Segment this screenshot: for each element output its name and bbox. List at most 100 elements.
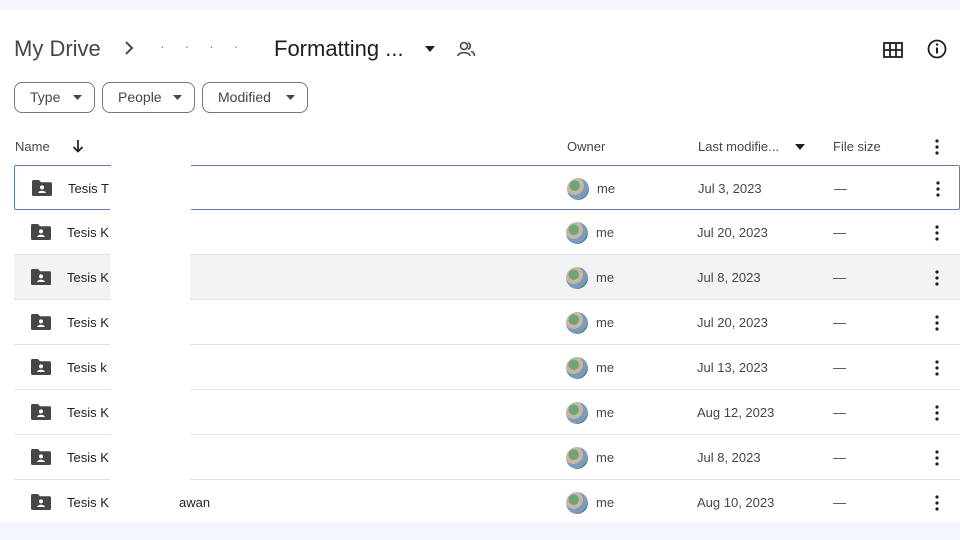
shared-folder-icon bbox=[31, 449, 51, 465]
redaction-patch bbox=[110, 343, 190, 391]
avatar bbox=[566, 267, 588, 289]
shared-folder-icon bbox=[31, 314, 51, 330]
people-filter-chip[interactable]: People bbox=[102, 82, 195, 113]
file-name: Tesis k bbox=[67, 360, 107, 375]
modified-filter-chip[interactable]: Modified bbox=[202, 82, 308, 113]
file-name: Tesis K bbox=[67, 225, 109, 240]
grid-view-icon[interactable] bbox=[882, 40, 904, 60]
more-vert-icon[interactable] bbox=[932, 268, 942, 288]
breadcrumb-middle[interactable]: · · · · bbox=[160, 38, 246, 54]
redaction-patch bbox=[110, 478, 190, 526]
shared-folder-icon bbox=[31, 404, 51, 420]
file-row[interactable]: Tesis k me Jul 13, 2023 — bbox=[14, 343, 960, 391]
more-vert-icon[interactable] bbox=[932, 493, 942, 513]
header: My Drive · · · · Formatting ... bbox=[0, 30, 960, 70]
last-modified: Jul 20, 2023 bbox=[697, 225, 768, 240]
file-row[interactable]: Tesis K me Jul 8, 2023 — bbox=[14, 433, 960, 481]
people-icon[interactable] bbox=[456, 40, 476, 58]
file-row[interactable]: Tesis K me Jul 20, 2023 — bbox=[14, 208, 960, 256]
redaction-patch bbox=[110, 253, 190, 301]
owner: me bbox=[596, 225, 615, 240]
file-name: Tesis K bbox=[67, 405, 109, 420]
last-modified: Jul 20, 2023 bbox=[697, 315, 768, 330]
file-name: Tesis K bbox=[67, 270, 109, 285]
avatar bbox=[566, 492, 588, 514]
file-row[interactable]: Tesis K awan me Aug 10, 2023 — bbox=[14, 478, 960, 526]
redaction-patch bbox=[110, 433, 190, 481]
owner: me bbox=[596, 450, 615, 465]
more-vert-icon[interactable] bbox=[933, 179, 943, 199]
redaction-patch bbox=[110, 298, 190, 346]
owner: me bbox=[596, 405, 615, 420]
owner: me bbox=[596, 270, 615, 285]
avatar bbox=[567, 178, 589, 200]
column-last-modified[interactable]: Last modifie... bbox=[698, 139, 779, 154]
chip-label: People bbox=[118, 89, 162, 105]
more-vert-icon[interactable] bbox=[932, 358, 942, 378]
last-modified: Jul 8, 2023 bbox=[697, 270, 761, 285]
avatar bbox=[566, 402, 588, 424]
more-vert-icon[interactable] bbox=[932, 223, 942, 243]
file-row[interactable]: Tesis K me Jul 8, 2023 — bbox=[14, 253, 960, 301]
file-name-tail: awan bbox=[179, 495, 211, 510]
shared-folder-icon bbox=[31, 224, 51, 240]
more-vert-icon[interactable] bbox=[932, 313, 942, 333]
caret-down-icon bbox=[286, 95, 295, 100]
chip-label: Modified bbox=[218, 89, 271, 105]
last-modified: Jul 8, 2023 bbox=[697, 450, 761, 465]
chip-label: Type bbox=[30, 89, 61, 105]
caret-down-icon[interactable] bbox=[424, 45, 436, 53]
file-size: — bbox=[833, 315, 846, 330]
file-size: — bbox=[833, 450, 846, 465]
shared-folder-icon bbox=[31, 494, 51, 510]
column-owner[interactable]: Owner bbox=[567, 139, 605, 154]
info-icon[interactable] bbox=[926, 38, 948, 60]
file-name: Tesis K bbox=[67, 315, 109, 330]
file-size: — bbox=[833, 405, 846, 420]
file-row[interactable]: Tesis K me Aug 12, 2023 — bbox=[14, 388, 960, 436]
file-size: — bbox=[833, 360, 846, 375]
avatar bbox=[566, 312, 588, 334]
owner: me bbox=[596, 315, 615, 330]
type-filter-chip[interactable]: Type bbox=[14, 82, 95, 113]
redaction-patch bbox=[111, 164, 191, 212]
caret-down-icon bbox=[73, 95, 82, 100]
avatar bbox=[566, 357, 588, 379]
file-size: — bbox=[834, 181, 847, 196]
bottom-strip bbox=[0, 522, 960, 540]
file-size: — bbox=[833, 495, 846, 510]
file-size: — bbox=[833, 270, 846, 285]
breadcrumb-current-folder[interactable]: Formatting ... bbox=[274, 36, 404, 62]
avatar bbox=[566, 222, 588, 244]
last-modified: Jul 13, 2023 bbox=[697, 360, 768, 375]
file-size: — bbox=[833, 225, 846, 240]
more-vert-icon[interactable] bbox=[932, 448, 942, 468]
more-vert-icon[interactable] bbox=[932, 138, 942, 156]
arrow-down-icon[interactable] bbox=[71, 138, 85, 154]
caret-down-icon bbox=[173, 95, 182, 100]
caret-down-icon[interactable] bbox=[795, 144, 805, 151]
shared-folder-icon bbox=[31, 359, 51, 375]
owner: me bbox=[596, 495, 615, 510]
file-name: Tesis K bbox=[67, 495, 109, 510]
last-modified: Aug 10, 2023 bbox=[697, 495, 775, 510]
redaction-patch bbox=[110, 388, 190, 436]
file-name: Tesis K bbox=[67, 450, 109, 465]
file-name: Tesis T bbox=[68, 181, 109, 196]
more-vert-icon[interactable] bbox=[932, 403, 942, 423]
shared-folder-icon bbox=[32, 180, 52, 196]
breadcrumb-my-drive[interactable]: My Drive bbox=[14, 36, 101, 62]
file-row[interactable]: Tesis K me Jul 20, 2023 — bbox=[14, 298, 960, 346]
shared-folder-icon bbox=[31, 269, 51, 285]
column-file-size[interactable]: File size bbox=[833, 139, 881, 154]
redaction-patch bbox=[110, 208, 190, 256]
owner: me bbox=[596, 360, 615, 375]
last-modified: Jul 3, 2023 bbox=[698, 181, 762, 196]
column-name[interactable]: Name bbox=[15, 139, 50, 154]
top-strip bbox=[0, 0, 960, 10]
chevron-right-icon bbox=[125, 41, 134, 55]
column-header-row: Name Owner Last modifie... File size bbox=[0, 130, 960, 164]
last-modified: Aug 12, 2023 bbox=[697, 405, 775, 420]
avatar bbox=[566, 447, 588, 469]
file-row[interactable]: Tesis T me Jul 3, 2023 — bbox=[14, 164, 960, 212]
